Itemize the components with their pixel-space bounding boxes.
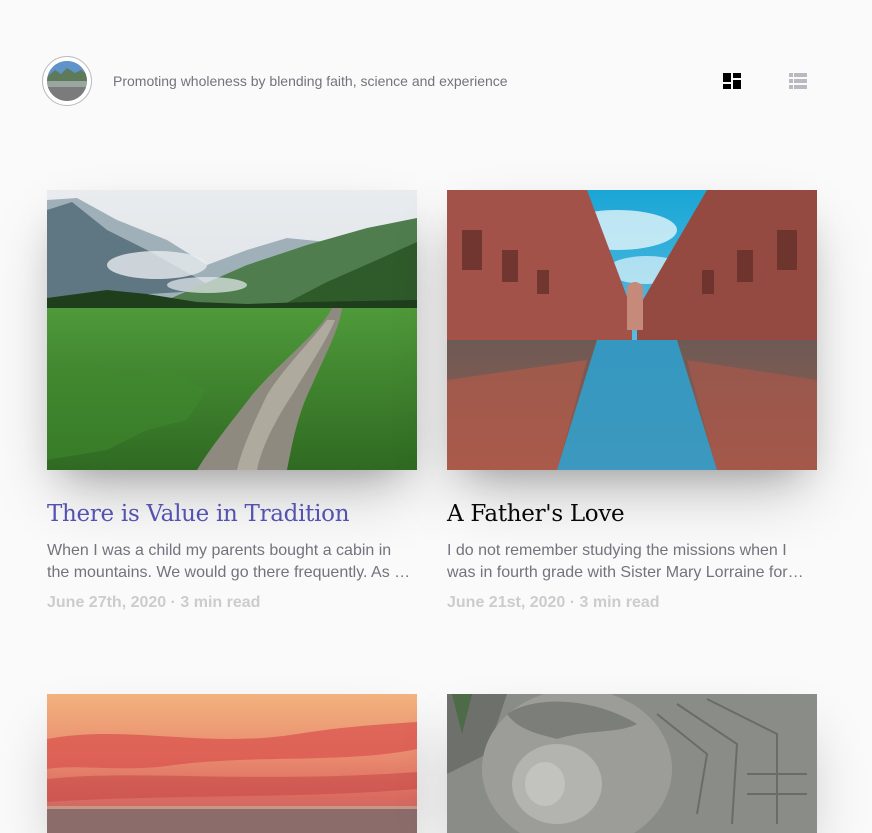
mountain-path-photo (47, 190, 417, 470)
avatar-image (47, 61, 87, 101)
post-meta: June 21st, 2020 · 3 min read (447, 594, 817, 612)
post-card-stone-carving[interactable] (447, 694, 817, 833)
post-read-time: 3 min read (180, 594, 261, 611)
post-date: June 21st, 2020 (447, 594, 566, 611)
city-street-reflection-photo (447, 190, 817, 470)
grid-view-icon (723, 73, 741, 89)
site-header: Promoting wholeness by blending faith, s… (42, 56, 832, 106)
stone-carving-photo (447, 694, 817, 833)
post-excerpt: I do not remember studying the missions … (447, 542, 788, 581)
sunset-ocean-photo (47, 694, 417, 833)
post-title: A Father's Love (447, 501, 625, 527)
post-title: There is Value in Tradition (47, 501, 350, 527)
post-date: June 27th, 2020 (47, 594, 167, 611)
post-meta: June 27th, 2020 · 3 min read (47, 594, 417, 612)
grid-view-toggle[interactable] (722, 71, 742, 91)
list-view-icon (789, 73, 807, 89)
post-card-sunset[interactable] (47, 694, 417, 833)
post-excerpt: When I was a child my parents bought a c… (47, 542, 404, 581)
meta-separator: · (170, 594, 176, 611)
post-read-time: 3 min read (579, 594, 660, 611)
meta-separator: · (569, 594, 576, 611)
site-logo-avatar[interactable] (42, 56, 92, 106)
post-card-value-in-tradition[interactable]: There is Value in Tradition When I was a… (47, 190, 417, 612)
list-view-toggle[interactable] (788, 71, 808, 91)
post-card-fathers-love[interactable]: A Father's Love I do not remember studyi… (447, 190, 817, 612)
site-tagline: Promoting wholeness by blending faith, s… (113, 73, 508, 89)
